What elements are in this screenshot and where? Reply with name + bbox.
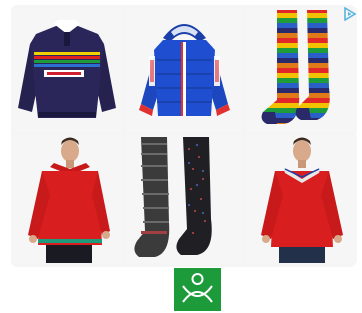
dark-socks-pair-icon [127, 135, 242, 263]
product-tile-red-sweater-man[interactable] [12, 135, 122, 263]
product-grid [12, 8, 357, 263]
product-tile-puffer-jacket[interactable] [127, 8, 242, 132]
product-tile-dark-socks[interactable] [127, 135, 242, 263]
ad-choices-icon[interactable] [342, 6, 358, 22]
blue-puffer-jacket-icon [127, 8, 242, 132]
man-red-sweater-icon [12, 135, 122, 263]
product-tile-red-sweater-man-2[interactable] [247, 135, 357, 263]
navy-rugby-shirt-icon [12, 8, 122, 132]
benetton-green-logo-icon [174, 268, 221, 311]
rainbow-striped-socks-icon [247, 8, 357, 132]
benetton-logo[interactable] [174, 268, 221, 311]
product-tile-rugby-shirt[interactable] [12, 8, 122, 132]
man-red-sweater-collar-icon [247, 135, 357, 263]
product-tile-striped-socks[interactable] [247, 8, 357, 132]
